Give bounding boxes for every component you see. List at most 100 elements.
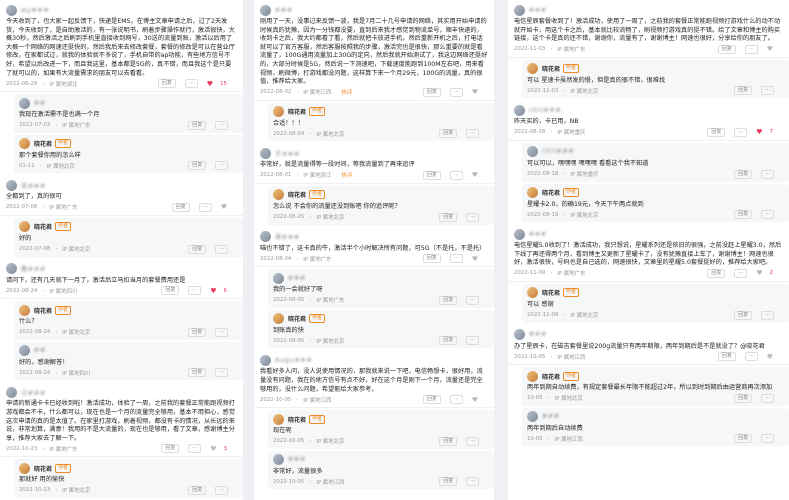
avatar[interactable]	[6, 263, 17, 275]
reply-button[interactable]: 回复	[161, 444, 180, 454]
reply-button[interactable]: 回复	[707, 127, 726, 137]
reply-button[interactable]: 回复	[422, 170, 441, 180]
more-button[interactable]: ···	[215, 327, 228, 337]
avatar[interactable]	[527, 370, 538, 382]
reply-button[interactable]: 回复	[422, 87, 441, 97]
reply-button[interactable]: 回复	[439, 212, 458, 222]
avatar[interactable]	[19, 221, 30, 233]
username[interactable]: 晓花君	[288, 190, 306, 199]
username[interactable]: chil###	[529, 107, 562, 114]
reply-button[interactable]: 回复	[171, 202, 190, 212]
more-button[interactable]: ···	[744, 352, 758, 362]
avatar[interactable]	[273, 189, 284, 201]
like-heart-icon[interactable]: ♥	[756, 269, 762, 277]
username[interactable]: 晓花君	[542, 188, 560, 197]
username[interactable]: 晓花君	[288, 107, 306, 116]
username[interactable]: 汪###	[21, 388, 46, 397]
more-button[interactable]: ···	[215, 485, 228, 495]
more-button[interactable]: ···	[215, 161, 228, 171]
avatar[interactable]	[19, 304, 30, 316]
more-button[interactable]: ···	[466, 477, 479, 487]
avatar[interactable]	[273, 454, 284, 466]
username[interactable]: wy###	[21, 7, 50, 14]
avatar[interactable]	[527, 146, 538, 158]
username[interactable]: ###	[275, 7, 293, 14]
more-button[interactable]: ···	[215, 244, 228, 254]
avatar[interactable]	[19, 97, 30, 109]
username[interactable]: Augu###	[275, 357, 313, 364]
username[interactable]: 晓花君	[288, 415, 306, 424]
reply-button[interactable]: 回复	[734, 310, 753, 320]
reply-button[interactable]: 回复	[188, 327, 207, 337]
reply-button[interactable]: 回复	[734, 169, 753, 179]
reply-button[interactable]: 回复	[734, 210, 753, 220]
more-button[interactable]: ···	[449, 254, 463, 264]
username[interactable]: ###	[529, 7, 547, 14]
avatar[interactable]	[527, 187, 538, 199]
more-button[interactable]: ···	[466, 436, 479, 446]
like-heart-icon[interactable]: ♥	[472, 255, 478, 263]
username[interactable]: 晓花君	[542, 372, 560, 381]
more-button[interactable]: ···	[466, 212, 479, 222]
avatar[interactable]	[514, 228, 525, 240]
avatar[interactable]	[514, 329, 525, 341]
more-button[interactable]: ···	[761, 310, 774, 320]
username[interactable]: ###	[542, 413, 560, 420]
avatar[interactable]	[6, 4, 17, 16]
like-heart-icon[interactable]: ♥	[472, 88, 478, 96]
like-heart-icon[interactable]: ♥	[221, 203, 227, 211]
reply-button[interactable]: 回复	[188, 120, 207, 130]
username[interactable]: ###	[529, 331, 547, 338]
more-button[interactable]: ···	[761, 210, 774, 220]
avatar[interactable]	[6, 179, 17, 191]
avatar[interactable]	[273, 106, 284, 118]
more-button[interactable]: ···	[449, 87, 463, 97]
more-button[interactable]: ···	[449, 395, 463, 405]
more-button[interactable]: ···	[761, 393, 774, 403]
more-button[interactable]: ···	[466, 295, 479, 305]
username[interactable]: 晓花君	[34, 222, 52, 231]
reply-button[interactable]: 回复	[422, 395, 441, 405]
username[interactable]: ###	[529, 231, 547, 238]
more-button[interactable]: ···	[761, 86, 774, 96]
avatar[interactable]	[260, 231, 271, 243]
reply-button[interactable]: 回复	[188, 485, 207, 495]
username[interactable]: 流###	[21, 181, 46, 190]
avatar[interactable]	[260, 147, 271, 159]
more-button[interactable]: ···	[734, 127, 748, 137]
reply-button[interactable]: 回复	[734, 86, 753, 96]
more-button[interactable]: ···	[198, 202, 212, 212]
reply-button[interactable]: 回复	[707, 268, 726, 278]
username[interactable]: ###	[288, 275, 306, 282]
username[interactable]: 晓花君	[542, 288, 560, 297]
username[interactable]: 海###	[275, 232, 300, 241]
avatar[interactable]	[19, 138, 30, 150]
more-button[interactable]: ···	[215, 368, 228, 378]
more-button[interactable]: ···	[188, 444, 202, 454]
like-heart-icon[interactable]: ♥	[472, 396, 478, 404]
avatar[interactable]	[273, 413, 284, 425]
username[interactable]: ##	[34, 100, 46, 107]
avatar[interactable]	[527, 287, 538, 299]
more-button[interactable]: ···	[466, 336, 479, 346]
username[interactable]: 王###	[275, 149, 300, 158]
more-button[interactable]: ···	[744, 44, 758, 54]
username[interactable]: 晓花君	[34, 464, 52, 473]
reply-button[interactable]: 回复	[161, 286, 180, 296]
username[interactable]: 晓花君	[34, 139, 52, 148]
reply-button[interactable]: 回复	[734, 434, 753, 444]
like-heart-icon[interactable]: ♥	[756, 128, 762, 136]
more-button[interactable]: ···	[466, 129, 479, 139]
username[interactable]: ##	[34, 347, 46, 354]
avatar[interactable]	[260, 4, 271, 16]
avatar[interactable]	[6, 386, 17, 398]
more-button[interactable]: ···	[734, 268, 748, 278]
username[interactable]: 晓花君	[34, 306, 52, 315]
more-button[interactable]: ···	[449, 170, 463, 180]
avatar[interactable]	[273, 313, 284, 325]
avatar[interactable]	[527, 411, 538, 423]
reply-button[interactable]: 回复	[188, 161, 207, 171]
more-button[interactable]: ···	[184, 79, 198, 89]
reply-button[interactable]: 回复	[717, 352, 736, 362]
avatar[interactable]	[527, 63, 538, 75]
